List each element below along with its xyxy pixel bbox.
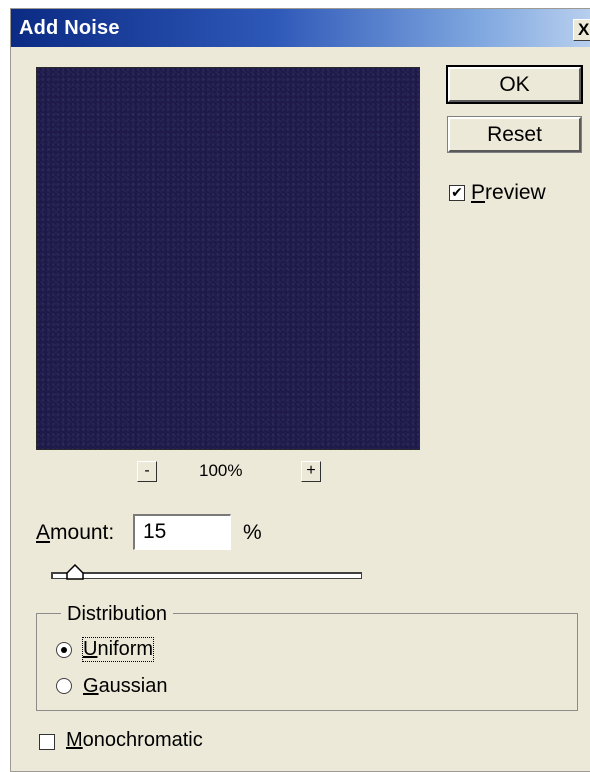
close-icon: X	[578, 20, 590, 39]
distribution-label: Distribution	[61, 603, 174, 626]
monochromatic-label[interactable]: Monochromatic	[66, 729, 203, 752]
preview-checkbox[interactable]: ✔	[449, 185, 465, 201]
checkmark-icon: ✔	[451, 185, 463, 201]
amount-label: Amount:	[36, 521, 115, 544]
zoom-level: 100%	[199, 461, 243, 480]
amount-slider-track[interactable]	[51, 572, 362, 579]
uniform-label[interactable]: Uniform	[81, 637, 155, 662]
title-bar[interactable]: Add Noise X	[11, 9, 590, 47]
gaussian-radio[interactable]	[56, 678, 72, 694]
minus-icon: -	[144, 462, 150, 479]
zoom-in-button[interactable]: +	[301, 461, 321, 482]
slider-thumb-icon[interactable]	[65, 564, 84, 580]
preview-image[interactable]	[36, 67, 420, 450]
gaussian-label[interactable]: Gaussian	[83, 675, 168, 698]
amount-unit: %	[243, 521, 262, 544]
close-button[interactable]: X	[573, 19, 590, 41]
add-noise-dialog: Add Noise X - 100% + OK Reset ✔ Preview …	[10, 8, 590, 772]
uniform-radio[interactable]	[56, 642, 72, 658]
monochromatic-checkbox[interactable]	[39, 734, 55, 750]
dialog-title: Add Noise	[19, 17, 120, 39]
preview-label[interactable]: Preview	[471, 181, 546, 205]
radio-dot-icon	[61, 647, 67, 653]
zoom-out-button[interactable]: -	[137, 461, 157, 482]
amount-input[interactable]: 15	[133, 514, 231, 550]
ok-button[interactable]: OK	[446, 65, 583, 104]
plus-icon: +	[306, 462, 316, 479]
reset-button[interactable]: Reset	[447, 116, 582, 153]
